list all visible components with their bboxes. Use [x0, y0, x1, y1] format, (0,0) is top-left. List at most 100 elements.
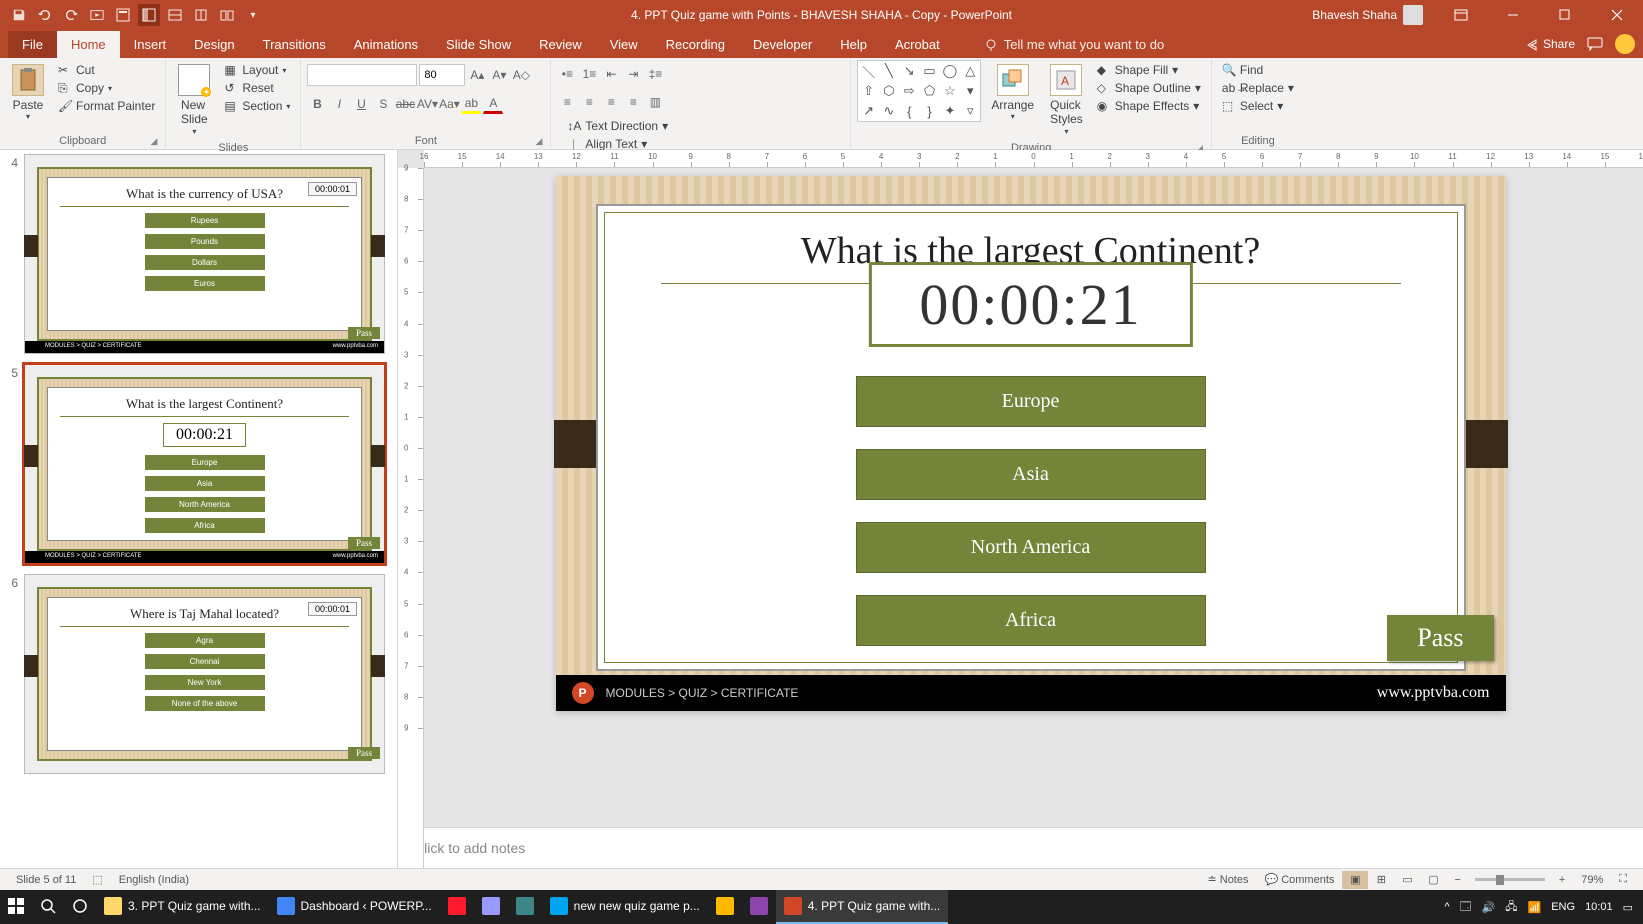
- user-account[interactable]: Bhavesh Shaha: [1312, 5, 1431, 25]
- qat-icon-6-active[interactable]: [138, 4, 160, 26]
- shape-outline-button[interactable]: ◇Shape Outline ▾: [1093, 80, 1205, 96]
- comments-toggle[interactable]: 💬 Comments: [1257, 873, 1343, 886]
- tray-volume-icon[interactable]: 🔊: [1482, 901, 1496, 914]
- fit-to-window-button[interactable]: ⛶: [1611, 873, 1635, 886]
- bold-button[interactable]: B: [307, 94, 327, 114]
- qat-more-icon[interactable]: ▾: [242, 4, 264, 26]
- bullets-button[interactable]: •≡: [557, 64, 577, 84]
- columns-button[interactable]: ▥: [645, 92, 665, 112]
- taskbar-app[interactable]: 3. PPT Quiz game with...: [96, 890, 269, 924]
- find-button[interactable]: 🔍Find: [1218, 62, 1298, 78]
- tray-clock[interactable]: 10:01: [1585, 901, 1613, 913]
- zoom-level[interactable]: 79%: [1573, 874, 1611, 886]
- decrease-indent-button[interactable]: ⇤: [601, 64, 621, 84]
- tab-developer[interactable]: Developer: [739, 31, 826, 58]
- taskbar-app[interactable]: new new quiz game p...: [542, 890, 708, 924]
- shadow-button[interactable]: S: [373, 94, 393, 114]
- taskbar-app[interactable]: [708, 890, 742, 924]
- undo-icon[interactable]: [34, 4, 56, 26]
- zoom-slider[interactable]: [1475, 878, 1545, 881]
- reset-button[interactable]: ↺Reset: [220, 80, 294, 96]
- qat-icon-7[interactable]: [164, 4, 186, 26]
- qat-icon-8[interactable]: [190, 4, 212, 26]
- tab-view[interactable]: View: [596, 31, 652, 58]
- underline-button[interactable]: U: [351, 94, 371, 114]
- pass-button[interactable]: Pass: [1387, 615, 1493, 661]
- option-1[interactable]: Europe: [856, 376, 1206, 427]
- ribbon-display-options-icon[interactable]: [1439, 0, 1483, 30]
- shapes-gallery[interactable]: ＼╲↘▭◯△ ⇧⬡⇨⬠☆▾ ↗∿{}✦▿: [857, 60, 981, 122]
- tab-file[interactable]: File: [8, 31, 57, 58]
- tab-recording[interactable]: Recording: [652, 31, 739, 58]
- tab-help[interactable]: Help: [826, 31, 881, 58]
- timer-display[interactable]: 00:00:21: [868, 262, 1192, 347]
- zoom-out-button[interactable]: −: [1446, 874, 1468, 886]
- tab-review[interactable]: Review: [525, 31, 596, 58]
- spellcheck-icon[interactable]: ⬚: [84, 873, 110, 886]
- tab-acrobat[interactable]: Acrobat: [881, 31, 954, 58]
- reading-view-button[interactable]: ▭: [1394, 871, 1420, 889]
- tab-insert[interactable]: Insert: [120, 31, 181, 58]
- align-left-button[interactable]: ≡: [557, 92, 577, 112]
- tell-me-search[interactable]: Tell me what you want to do: [974, 31, 1174, 58]
- tray-network-icon[interactable]: 🖧: [1505, 898, 1517, 917]
- highlight-button[interactable]: ab: [461, 94, 481, 114]
- minimize-button[interactable]: [1491, 0, 1535, 30]
- line-spacing-button[interactable]: ‡≡: [645, 64, 665, 84]
- slide-sorter-button[interactable]: ⊞: [1368, 871, 1394, 889]
- slide-thumbnail[interactable]: What is the largest Continent?00:00:21Eu…: [24, 364, 385, 564]
- redo-icon[interactable]: [60, 4, 82, 26]
- increase-font-icon[interactable]: A▴: [467, 65, 487, 85]
- tab-home[interactable]: Home: [57, 31, 120, 58]
- align-center-button[interactable]: ≡: [579, 92, 599, 112]
- italic-button[interactable]: I: [329, 94, 349, 114]
- tab-design[interactable]: Design: [180, 31, 248, 58]
- layout-button[interactable]: ▦Layout ▾: [220, 62, 294, 78]
- tray-wifi-icon[interactable]: 📶: [1528, 901, 1542, 914]
- font-color-button[interactable]: A: [483, 94, 503, 114]
- save-icon[interactable]: [8, 4, 30, 26]
- change-case-button[interactable]: Aa▾: [439, 94, 459, 114]
- tab-animations[interactable]: Animations: [340, 31, 432, 58]
- language-indicator[interactable]: English (India): [111, 874, 197, 886]
- option-2[interactable]: Asia: [856, 449, 1206, 500]
- qat-icon-5[interactable]: [112, 4, 134, 26]
- taskbar-app[interactable]: Dashboard ‹ POWERP...: [269, 890, 440, 924]
- slide-thumbnail[interactable]: 00:00:01What is the currency of USA?Rupe…: [24, 154, 385, 354]
- justify-button[interactable]: ≡: [623, 92, 643, 112]
- feedback-smiley-icon[interactable]: [1615, 34, 1635, 54]
- comments-icon[interactable]: [1587, 37, 1603, 51]
- char-spacing-button[interactable]: AV▾: [417, 94, 437, 114]
- taskbar-app[interactable]: [742, 890, 776, 924]
- tab-transitions[interactable]: Transitions: [249, 31, 340, 58]
- align-right-button[interactable]: ≡: [601, 92, 621, 112]
- tray-battery-icon[interactable]: 🗔: [1460, 898, 1472, 917]
- cortana-button[interactable]: [64, 890, 96, 924]
- tab-slideshow[interactable]: Slide Show: [432, 31, 525, 58]
- maximize-button[interactable]: [1543, 0, 1587, 30]
- cut-button[interactable]: ✂Cut: [54, 62, 159, 78]
- search-button[interactable]: [32, 890, 64, 924]
- share-button[interactable]: Share: [1525, 37, 1575, 51]
- paste-button[interactable]: Paste▾: [6, 60, 50, 126]
- tray-language[interactable]: ENG: [1551, 901, 1575, 913]
- select-button[interactable]: ⬚Select ▾: [1218, 98, 1298, 114]
- shape-fill-button[interactable]: ◆Shape Fill ▾: [1093, 62, 1205, 78]
- close-button[interactable]: [1595, 0, 1639, 30]
- taskbar-app[interactable]: 4. PPT Quiz game with...: [776, 890, 949, 924]
- option-3[interactable]: North America: [856, 522, 1206, 573]
- option-4[interactable]: Africa: [856, 595, 1206, 646]
- start-button[interactable]: [0, 890, 32, 924]
- clear-formatting-icon[interactable]: A◇: [511, 65, 531, 85]
- font-family-combo[interactable]: [307, 64, 417, 86]
- notes-toggle[interactable]: ≐ Notes: [1200, 873, 1257, 886]
- arrange-button[interactable]: Arrange▾: [985, 60, 1040, 126]
- tray-chevron-icon[interactable]: ^: [1444, 901, 1449, 913]
- slideshow-view-button[interactable]: ▢: [1420, 871, 1446, 889]
- taskbar-app[interactable]: [440, 890, 474, 924]
- increase-indent-button[interactable]: ⇥: [623, 64, 643, 84]
- normal-view-button[interactable]: ▣: [1342, 871, 1368, 889]
- clipboard-dialog-launcher[interactable]: ◢: [150, 136, 157, 147]
- start-from-beginning-icon[interactable]: [86, 4, 108, 26]
- zoom-in-button[interactable]: +: [1551, 874, 1573, 886]
